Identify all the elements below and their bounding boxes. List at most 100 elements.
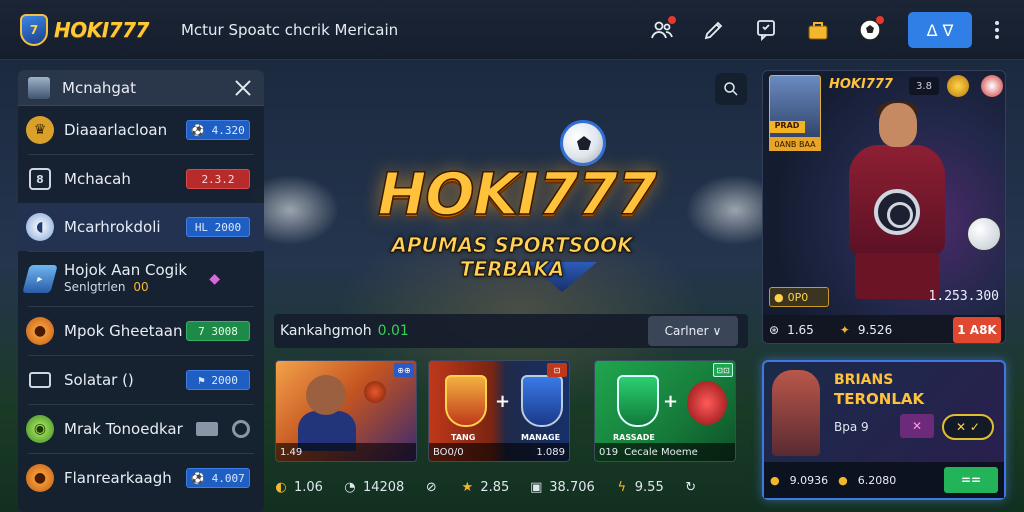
tile-badge: ⊕⊕	[394, 363, 414, 377]
link-icon: ⊘	[425, 479, 437, 495]
sidebar-item-sub: Senlgtrlen 00	[64, 279, 187, 296]
sidebar-item[interactable]: ▸ Hojok Aan Cogik Senlgtrlen 00 ◆	[18, 252, 264, 306]
team-b-name: MANAGE	[521, 433, 561, 442]
tag-icon: ◆	[209, 271, 220, 287]
tennis-icon: ◉	[26, 415, 54, 443]
basketball-icon: ●	[26, 317, 54, 345]
sidebar-item[interactable]: ● Flanrearkaagh ⚽ 4.007	[18, 454, 264, 502]
tile-foot-right: 1.089	[536, 446, 565, 458]
stat-item[interactable]: ◐ 1.06	[272, 478, 323, 496]
stat-value: 1.06	[294, 479, 323, 495]
search-icon	[724, 82, 738, 96]
top-bar: 7 HOKI777 Mctur Spoatc chcrik Mericain Δ…	[0, 0, 1024, 60]
sidebar-item[interactable]: Solatar () ⚑ 2000	[18, 356, 264, 404]
tile-foot-left: BO0/0	[433, 446, 464, 458]
sidebar-item[interactable]: ♛ Diaaarlacloan ⚽ 4.320	[18, 106, 264, 154]
ticket-icon	[29, 372, 51, 388]
refresh-icon: ↻	[685, 479, 697, 495]
mini-player-label: PRAD	[769, 121, 805, 133]
game-tile[interactable]: + TANG MANAGE ⊡ BO0/0 1.089	[428, 360, 570, 462]
coin-icon	[947, 75, 969, 97]
promo-line-3: Bpa 9	[834, 420, 869, 434]
stat-item[interactable]: ◔ 14208	[341, 478, 404, 496]
stat-value: 38.706	[549, 479, 595, 495]
rugby-icon: ◖	[26, 213, 54, 241]
chat-icon[interactable]	[752, 16, 780, 44]
hero-title: HOKI777	[377, 159, 658, 229]
top-nav-text[interactable]: Mctur Spoatc chcrik Mericain	[181, 21, 398, 39]
sidebar-item[interactable]: ◉ Mrak Tonoedkar	[18, 405, 264, 453]
calendar-icon: 8	[29, 168, 51, 190]
sidebar-item-label: Solatar ()	[64, 370, 134, 389]
status-badge: ⚑ 2000	[186, 370, 250, 390]
live-time: 0.01	[377, 323, 409, 339]
team-crest-icon	[521, 375, 563, 427]
ball-icon	[364, 381, 386, 403]
promo-card[interactable]: BRIANS TERONLAK Bpa 9 ✕ ✕ ✓ ● 9.0936 ● 6…	[762, 360, 1006, 500]
status-badge: 2.3.2	[186, 169, 250, 189]
card-right-value: 1.253.300	[928, 289, 999, 304]
team-a-name: RASSADE	[613, 433, 655, 442]
card-stat-left: 1.65	[787, 323, 814, 337]
coin-icon: ●	[838, 473, 848, 487]
settings-icon[interactable]	[232, 420, 250, 438]
soccer-ball-icon[interactable]	[856, 16, 884, 44]
category-select[interactable]: Carlner ∨	[648, 316, 738, 346]
sidebar-item-label: Mpok Gheetaan	[64, 321, 183, 340]
card-brand: HOKI777	[829, 77, 893, 92]
gold-coin-icon: ●	[774, 290, 784, 304]
avatar[interactable]	[28, 76, 50, 99]
star-icon: ★	[461, 479, 474, 495]
sidebar-item-label: Flanrearkaagh	[64, 468, 172, 487]
notification-dot	[876, 16, 884, 24]
sidebar-item-label: Hojok Aan Cogik	[64, 261, 188, 279]
promo-footer: ● 9.0936 ● 6.2080 ==	[764, 462, 1004, 498]
promo-foot-left: 9.0936	[789, 473, 829, 487]
stat-item[interactable]: ϟ 9.55	[613, 478, 664, 496]
trophy-icon: ✦	[839, 323, 850, 337]
live-label: Kankahgmoh	[280, 323, 372, 339]
wallet-icon[interactable]	[804, 16, 832, 44]
stat-value: 2.85	[480, 479, 510, 495]
stat-item[interactable]: ⊘	[422, 478, 440, 496]
emblem-icon	[874, 189, 920, 235]
users-icon[interactable]	[648, 16, 676, 44]
stat-value: 9.55	[634, 479, 664, 495]
stat-item[interactable]: ★ 2.85	[458, 478, 509, 496]
status-badge: 7 3008	[186, 321, 250, 341]
promo-go-button[interactable]: ==	[944, 467, 998, 493]
sidebar-item-sublabel: Senlgtrlen	[64, 280, 126, 294]
brand-logo[interactable]: 7 HOKI777	[20, 13, 149, 46]
tile-badge: ⊡⊡	[713, 363, 733, 377]
camera-icon	[196, 422, 218, 436]
game-tile[interactable]: + RASSADE ⊡⊡ 019 Cecale Moeme	[594, 360, 736, 462]
stat-item[interactable]: ▣ 38.706	[527, 478, 595, 496]
timer-icon: ◔	[344, 479, 356, 495]
promo-line-1: BRIANS	[834, 372, 894, 388]
sidebar-item[interactable]: ● Mpok Gheetaan 7 3008	[18, 307, 264, 355]
player-figure	[823, 101, 963, 313]
cross-icon[interactable]: ✕	[900, 414, 934, 438]
game-tile[interactable]: ⊕⊕ 1.49	[275, 360, 417, 462]
stat-item[interactable]: ↻	[682, 478, 700, 496]
search-button[interactable]	[715, 73, 747, 105]
close-icon[interactable]	[232, 77, 254, 99]
more-menu-icon[interactable]	[990, 21, 1004, 39]
sidebar-item-subvalue: 00	[133, 280, 149, 294]
edit-icon[interactable]	[700, 16, 728, 44]
check-toggle-icon[interactable]: ✕ ✓	[942, 414, 994, 440]
sidebar-item[interactable]: 8 Mchacah 2.3.2	[18, 155, 264, 203]
tile-footer: 1.49	[276, 443, 416, 461]
bet-button[interactable]: 1 A8K	[953, 317, 1001, 343]
tile-badge: ⊡	[547, 363, 567, 377]
status-badge: ⚽ 4.007	[186, 468, 250, 488]
alert-button[interactable]: Δ ∇	[908, 12, 972, 48]
lightning-icon: ϟ	[617, 479, 627, 495]
team-crest-icon	[981, 75, 1003, 97]
mini-player-caption: 0ANB BAA	[769, 137, 821, 151]
stat-value: 14208	[362, 479, 405, 495]
sidebar-item[interactable]: ◖ Mcarhrokdoli HL 2000	[18, 203, 264, 251]
featured-player-card[interactable]: PRAD 0ANB BAA HOKI777 3.8 ● 0P0 1.253.30…	[762, 70, 1006, 344]
plus-icon: +	[663, 391, 679, 412]
chevron-down-icon: ∨	[712, 324, 722, 338]
